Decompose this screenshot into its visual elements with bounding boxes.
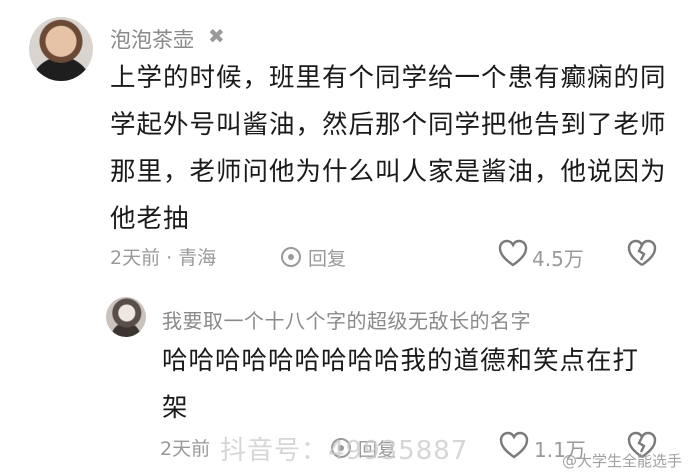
username[interactable]: 泡泡茶壶 [110,24,194,54]
heart-icon[interactable] [497,238,529,270]
watermark: 抖音号：49935887 [220,436,469,466]
comment-time: 2天前 [160,438,211,460]
avatar[interactable] [106,297,146,337]
avatar[interactable] [29,17,93,81]
comment-text: 哈哈哈哈哈哈哈哈哈我的道德和笑点在打架 [162,346,640,423]
verified-icon: ✖ [208,24,225,48]
like-count: 4.5万 [532,247,584,271]
heart-icon[interactable] [498,430,530,462]
reply-button[interactable]: 回复 [280,243,346,271]
username[interactable]: 我要取一个十八个字的超级无敌长的名字 [162,305,531,334]
comment-time-location: 2天前 · 青海 [110,247,217,269]
broken-heart-icon[interactable] [626,238,658,270]
reply-icon [281,247,301,267]
comment-text: 上学的时候，班里有个同学给一个患有癫痫的同学起外号叫酱油，然后那个同学把他告到了… [110,63,667,234]
reply-label: 回复 [308,248,347,270]
watermark: @大学生全能选手 [561,452,682,470]
